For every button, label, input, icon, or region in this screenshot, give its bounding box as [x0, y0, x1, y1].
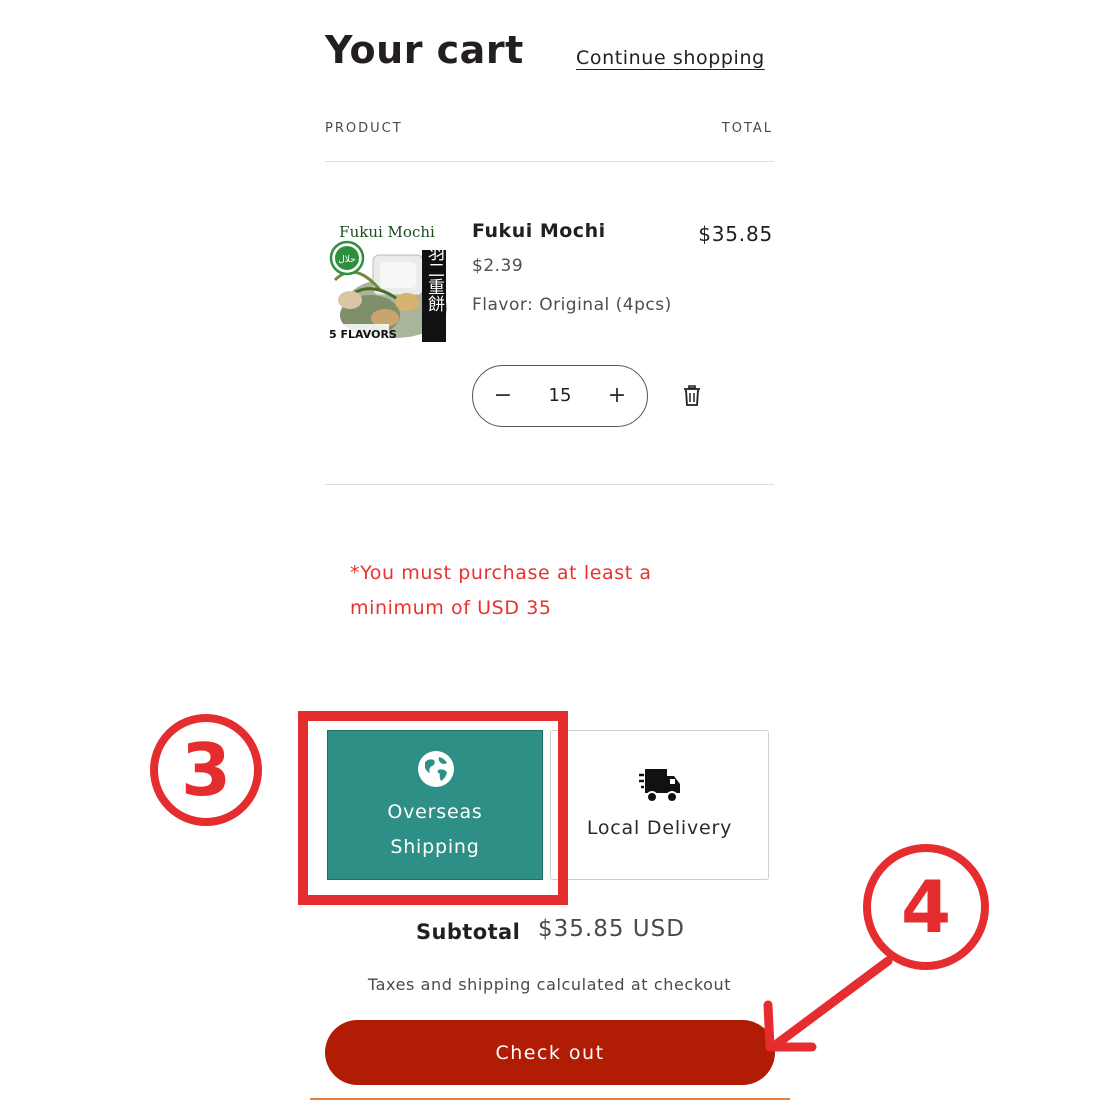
product-image-badge: 5 FLAVORS: [329, 328, 397, 341]
product-unit-price: $2.39: [472, 256, 524, 276]
header-divider: [325, 161, 774, 162]
halal-badge-text: حلال: [338, 255, 355, 265]
product-variant: Flavor: Original (4pcs): [472, 295, 672, 315]
column-header-product: PRODUCT: [325, 121, 403, 136]
quantity-increase-button[interactable]: +: [589, 366, 645, 425]
annotation-highlight-box: [298, 711, 568, 905]
shipping-option-local[interactable]: Local Delivery: [550, 730, 769, 880]
minimum-purchase-notice: *You must purchase at least a minimum of…: [350, 562, 652, 619]
quantity-stepper: − 15 +: [472, 365, 648, 427]
line-total: $35.85: [698, 222, 773, 246]
tax-note: Taxes and shipping calculated at checkou…: [367, 975, 732, 994]
item-divider: [325, 484, 774, 485]
column-header-total: TOTAL: [721, 121, 773, 136]
subtotal-label: Subtotal: [416, 920, 521, 944]
continue-shopping-link[interactable]: Continue shopping: [576, 47, 765, 69]
shipping-option-local-label: Local Delivery: [586, 817, 733, 839]
product-name[interactable]: Fukui Mochi: [472, 220, 606, 242]
delivery-truck-icon: [639, 769, 680, 803]
annotation-step-4: 4: [863, 844, 989, 970]
subtotal-value: $35.85 USD: [538, 916, 685, 942]
product-image-kanji: 羽二重餅: [424, 244, 445, 312]
annotation-step-3: 3: [150, 714, 262, 826]
annotation-arrow-icon: [763, 956, 893, 1052]
trash-icon[interactable]: [682, 385, 702, 407]
checkout-button[interactable]: Check out: [325, 1020, 775, 1085]
quantity-decrease-button[interactable]: −: [475, 366, 531, 425]
page-title: Your cart: [325, 28, 524, 72]
product-image-label: Fukui Mochi: [339, 223, 435, 241]
quantity-input[interactable]: 15: [529, 366, 591, 425]
product-image[interactable]: Fukui Mochi حلال 羽二重餅 5 FLAVORS: [325, 220, 450, 345]
